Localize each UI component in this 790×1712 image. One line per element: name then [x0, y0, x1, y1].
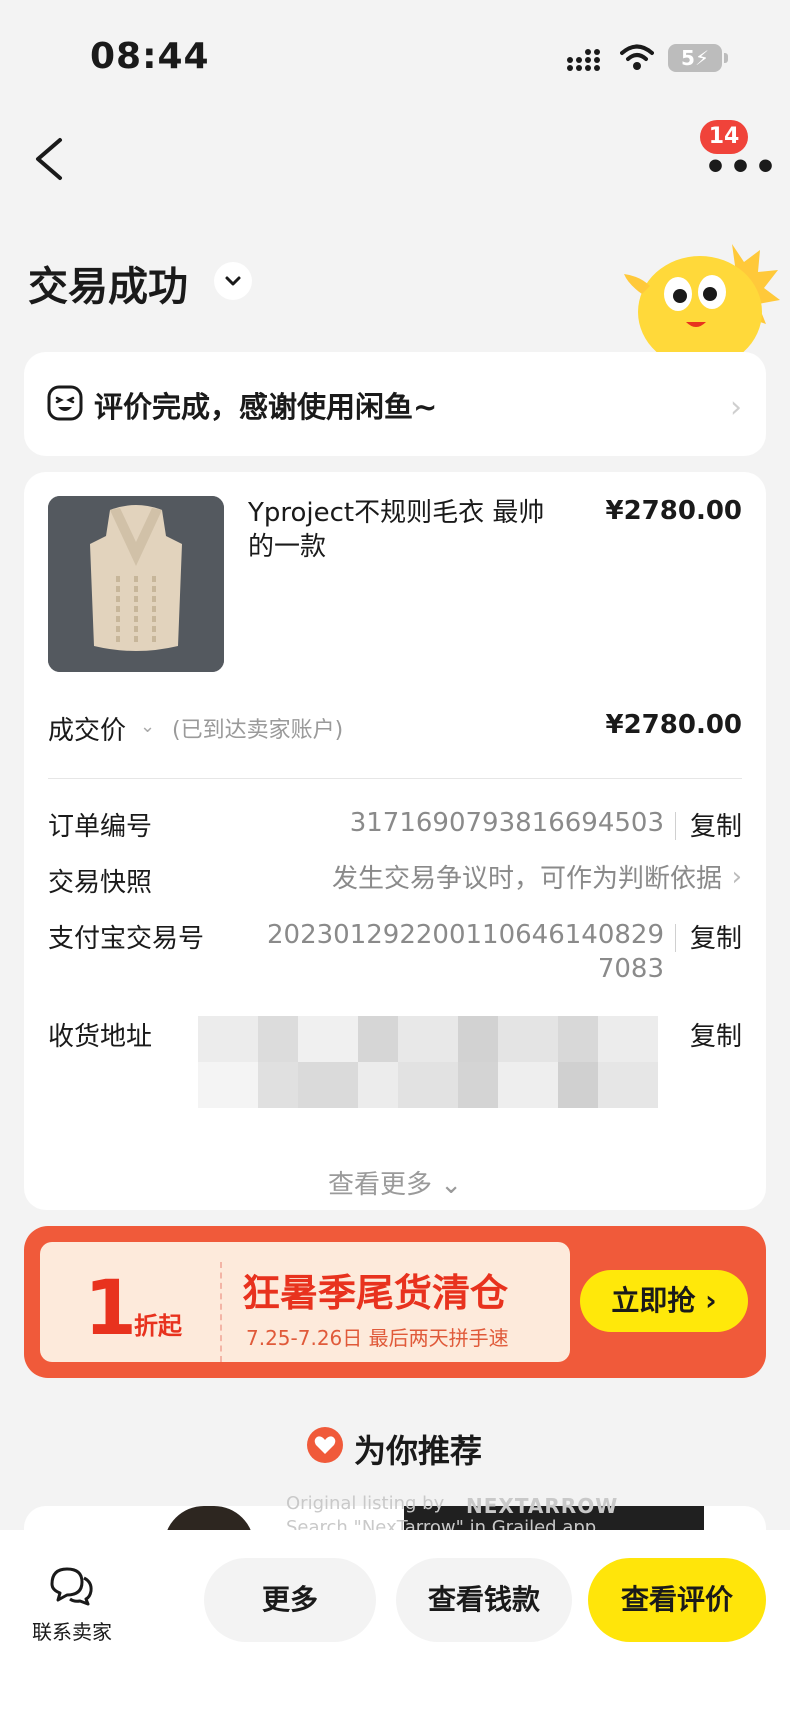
divider — [48, 778, 742, 779]
alipay-number-row: 支付宝交易号 202301292200110646140829 7083 复制 — [48, 918, 742, 998]
status-bar: 08:44 5⚡ — [0, 0, 790, 110]
snapshot-row[interactable]: 交易快照 发生交易争议时，可作为判断依据 › — [48, 862, 742, 902]
contact-seller-button[interactable]: 联系卖家 — [22, 1564, 122, 1654]
promo-dashed-separator — [220, 1262, 222, 1362]
bottom-action-bar: 联系卖家 更多 查看钱款 查看评价 — [0, 1530, 790, 1712]
promo-discount-unit: 折起 — [134, 1312, 182, 1340]
snapshot-value: 发生交易争议时，可作为判断依据 — [331, 864, 722, 894]
sweater-vest-image — [48, 496, 224, 672]
chevron-down-icon: ⌄ — [140, 716, 156, 737]
view-review-button[interactable]: 查看评价 — [588, 1558, 766, 1642]
order-status-title: 交易成功 — [28, 264, 188, 310]
grab-now-label: 立即抢 — [611, 1284, 696, 1317]
deal-price-label: 成交价 — [48, 716, 127, 746]
contact-seller-label: 联系卖家 — [32, 1620, 112, 1644]
alipay-number-line1: 202301292200110646140829 — [266, 920, 664, 950]
battery-cap — [724, 53, 728, 63]
battery-icon: 5⚡ — [668, 44, 722, 72]
review-notice-text: 评价完成，感谢使用闲鱼~ — [94, 390, 438, 424]
grab-now-button[interactable]: 立即抢 › — [580, 1270, 748, 1332]
promo-subtitle: 7.25-7.26日 最后两天拼手速 — [246, 1326, 509, 1350]
view-payment-button[interactable]: 查看钱款 — [396, 1558, 572, 1642]
deal-price-note: (已到达卖家账户) — [172, 718, 344, 743]
product-thumbnail[interactable] — [48, 496, 224, 672]
deal-price-value: ¥2780.00 — [605, 710, 742, 740]
separator — [675, 924, 676, 952]
view-more-button[interactable]: 查看更多 ⌄ — [24, 1164, 766, 1201]
address-label: 收货地址 — [48, 1022, 153, 1052]
promo-title: 狂暑季尾货清仓 — [242, 1271, 509, 1315]
more-dots-icon: ••• — [704, 147, 780, 188]
promo-discount-number: 1 — [84, 1263, 137, 1352]
alipay-number-line2: 7083 — [597, 954, 664, 984]
back-arrow-icon[interactable] — [30, 136, 70, 182]
chevron-right-icon: › — [731, 862, 742, 892]
order-number-label: 订单编号 — [48, 812, 153, 842]
chat-bubble-icon — [50, 1567, 93, 1606]
status-expand-button[interactable] — [214, 262, 252, 300]
chevron-right-icon: › — [730, 390, 742, 425]
copy-alipay-number-button[interactable]: 复制 — [690, 918, 742, 955]
promo-ticket: 1 折起 狂暑季尾货清仓 7.25-7.26日 最后两天拼手速 — [40, 1242, 570, 1362]
signal-icon — [567, 49, 600, 71]
copy-order-number-button[interactable]: 复制 — [690, 806, 742, 843]
product-title[interactable]: Yproject不规则毛衣 最帅的一款 — [248, 496, 568, 564]
fish-mascot-icon — [624, 244, 780, 356]
deal-price-row[interactable]: 成交价 ⌄ (已到达卖家账户) ¥2780.00 — [48, 710, 742, 750]
product-price: ¥2780.00 — [605, 496, 742, 526]
heart-icon — [307, 1427, 343, 1463]
alipay-number-value: 202301292200110646140829 7083 — [244, 918, 664, 986]
address-row: 收货地址 复制 — [48, 1016, 742, 1112]
order-number-row: 订单编号 3171690793816694503 复制 — [48, 806, 742, 846]
view-more-label: 查看更多 — [327, 1170, 432, 1200]
order-number-value: 3171690793816694503 — [349, 808, 664, 838]
message-count-badge: 14 — [700, 120, 748, 154]
wifi-icon — [620, 44, 654, 70]
status-time: 08:44 — [90, 36, 210, 77]
copy-address-button[interactable]: 复制 — [690, 1016, 742, 1053]
snapshot-label: 交易快照 — [48, 868, 153, 898]
review-notice-card[interactable]: 评价完成，感谢使用闲鱼~ — [24, 352, 766, 456]
alipay-number-label: 支付宝交易号 — [48, 924, 205, 954]
order-detail-card: Yproject不规则毛衣 最帅的一款 ¥2780.00 成交价 ⌄ (已到达卖… — [24, 472, 766, 1210]
battery-level: 5 — [681, 46, 695, 70]
recommend-heading: 为你推荐 — [300, 1424, 600, 1470]
chevron-down-icon — [225, 276, 241, 286]
more-button[interactable]: 更多 — [204, 1558, 376, 1642]
clearance-promo-banner[interactable]: 1 折起 狂暑季尾货清仓 7.25-7.26日 最后两天拼手速 立即抢 › — [24, 1226, 766, 1378]
smile-face-icon — [47, 385, 83, 421]
watermark-brand: NEXTARROW — [466, 1494, 619, 1518]
address-redacted-mosaic — [198, 1016, 698, 1108]
chevron-down-icon: ⌄ — [440, 1170, 463, 1200]
separator — [675, 812, 676, 840]
recommend-title: 为你推荐 — [354, 1432, 483, 1470]
